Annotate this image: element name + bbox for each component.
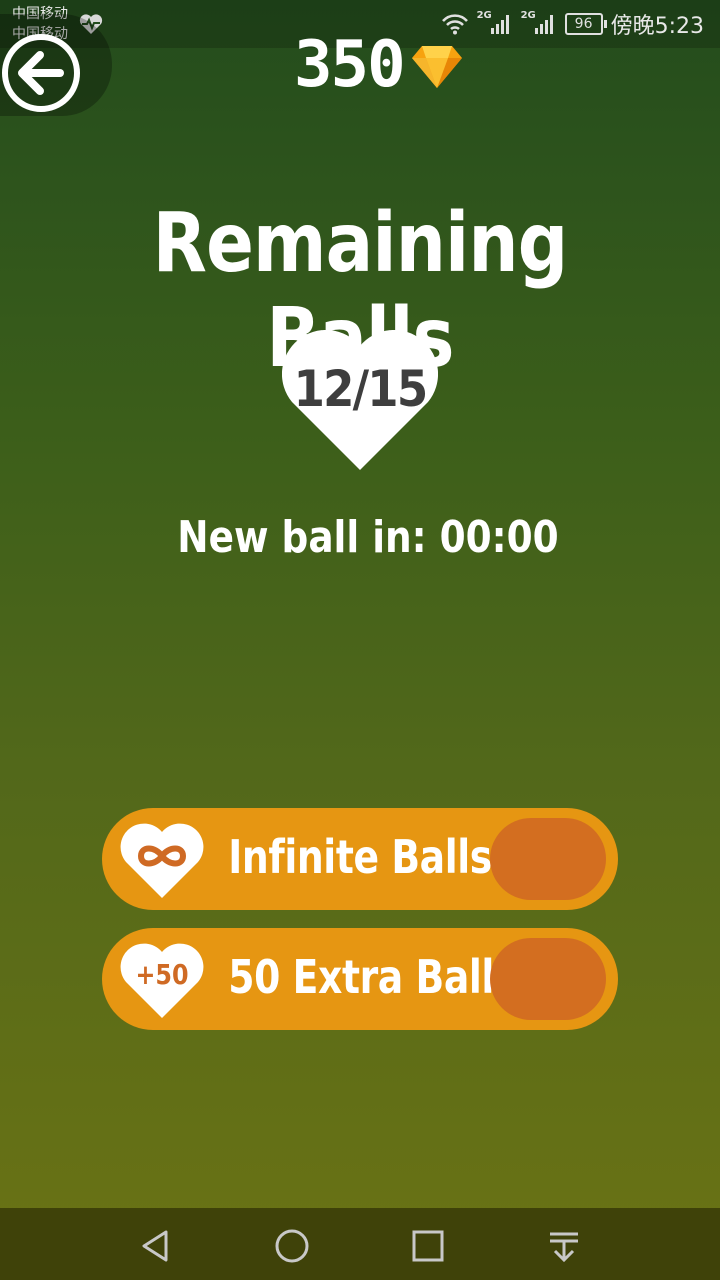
gem-counter: 350 xyxy=(294,30,462,100)
diamond-icon xyxy=(411,46,462,88)
navigation-bar xyxy=(0,1208,720,1280)
status-right: 2G 2G 96 傍晚5:23 xyxy=(441,10,704,39)
back-arrow-icon xyxy=(18,51,64,95)
offer-label: 50 Extra Balls xyxy=(228,950,516,1004)
pull-down-icon[interactable] xyxy=(544,1226,584,1266)
clock: 傍晚5:23 xyxy=(610,14,704,39)
offer-label: Infinite Balls xyxy=(228,830,492,884)
extra-balls-button[interactable]: +50 50 Extra Balls xyxy=(102,928,618,1030)
recents-square-icon[interactable] xyxy=(408,1226,448,1266)
new-ball-timer: New ball in: 00:00 xyxy=(177,512,559,563)
signal-icon: 2G xyxy=(477,10,513,36)
plus-50-icon: +50 xyxy=(135,958,189,991)
gem-count: 350 xyxy=(294,28,406,102)
price-pill[interactable] xyxy=(490,938,606,1020)
infinite-balls-button[interactable]: Infinite Balls xyxy=(102,808,618,910)
back-button[interactable] xyxy=(2,34,80,112)
battery-icon: 96 xyxy=(564,13,607,35)
balls-count: 12/15 xyxy=(293,360,428,418)
infinity-icon xyxy=(137,845,187,867)
home-circle-icon[interactable] xyxy=(272,1226,312,1266)
signal-icon-2: 2G xyxy=(521,10,557,36)
back-button-container xyxy=(0,14,112,116)
back-triangle-icon[interactable] xyxy=(136,1226,176,1266)
price-pill[interactable] xyxy=(490,818,606,900)
